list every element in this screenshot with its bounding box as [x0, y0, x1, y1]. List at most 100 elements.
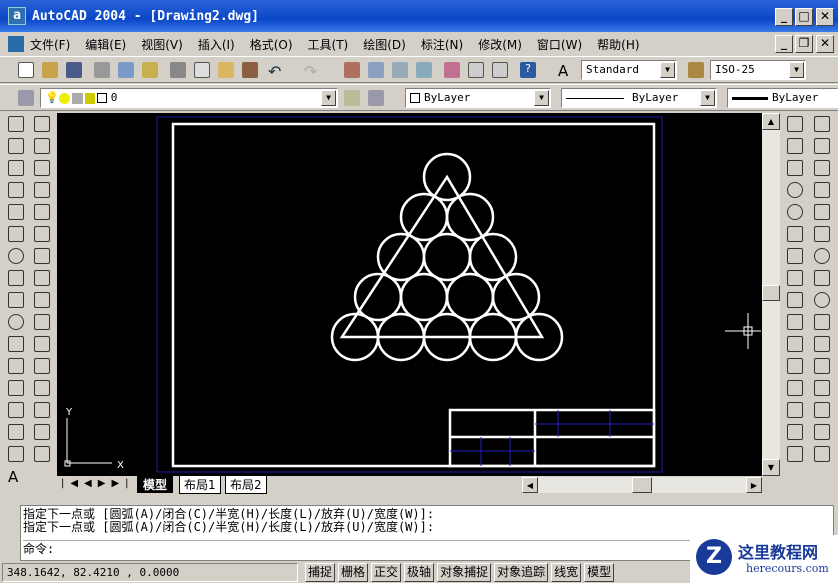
- angular-dim-icon[interactable]: [787, 226, 803, 242]
- scroll-thumb[interactable]: [762, 285, 780, 301]
- radius-dim-icon[interactable]: [787, 182, 803, 198]
- help-icon[interactable]: ?: [520, 62, 536, 78]
- text-style-select[interactable]: Standard ▼: [581, 60, 677, 80]
- snap-toggle[interactable]: 捕捉: [305, 562, 336, 582]
- zoom-previous-icon[interactable]: [416, 62, 432, 78]
- doc-restore-button[interactable]: ❐: [795, 35, 813, 53]
- copy-icon[interactable]: [194, 62, 210, 78]
- chevron-down-icon[interactable]: ▼: [660, 62, 675, 78]
- explode-icon[interactable]: [34, 446, 50, 462]
- linetype-select[interactable]: ByLayer ▼: [561, 88, 717, 108]
- trim-icon[interactable]: [34, 314, 50, 330]
- snap-apparent-icon[interactable]: [814, 204, 830, 220]
- menu-tools[interactable]: 工具(T): [308, 36, 349, 53]
- menu-file[interactable]: 文件(F): [30, 36, 70, 53]
- ortho-toggle[interactable]: 正交: [371, 562, 402, 582]
- menu-modify[interactable]: 修改(M): [478, 36, 522, 53]
- move-icon[interactable]: [34, 226, 50, 242]
- break-icon[interactable]: [34, 358, 50, 374]
- horizontal-scrollbar[interactable]: ◀ ▶: [522, 477, 762, 493]
- quick-dim-icon[interactable]: [787, 248, 803, 264]
- extend-icon[interactable]: [34, 336, 50, 352]
- aligned-dim-icon[interactable]: [787, 138, 803, 154]
- undo-icon[interactable]: ↶: [268, 62, 284, 81]
- center-mark-icon[interactable]: [787, 358, 803, 374]
- stretch-icon[interactable]: [34, 292, 50, 308]
- menu-view[interactable]: 视图(V): [141, 36, 183, 53]
- copy-object-icon[interactable]: [34, 138, 50, 154]
- chevron-down-icon[interactable]: ▼: [534, 90, 549, 106]
- publish-icon[interactable]: [142, 62, 158, 78]
- linear-dim-icon[interactable]: [787, 116, 803, 132]
- menu-insert[interactable]: 插入(I): [198, 36, 235, 53]
- array-icon[interactable]: [34, 204, 50, 220]
- circle-icon[interactable]: [8, 248, 24, 264]
- print-icon[interactable]: [94, 62, 110, 78]
- snap-extension-icon[interactable]: [814, 226, 830, 242]
- scroll-right-button[interactable]: ▶: [746, 477, 762, 493]
- chevron-down-icon[interactable]: ▼: [700, 90, 715, 106]
- new-icon[interactable]: [18, 62, 34, 78]
- ellipse-icon[interactable]: [8, 314, 24, 330]
- snap-quadrant-icon[interactable]: [814, 270, 830, 286]
- dim-style-select[interactable]: ISO-25 ▼: [710, 60, 806, 80]
- hscroll-thumb[interactable]: [632, 477, 652, 493]
- chamfer-icon[interactable]: [34, 402, 50, 418]
- tab-navigation-buttons[interactable]: |◀◀▶▶|: [61, 478, 135, 489]
- snap-center-icon[interactable]: [814, 248, 830, 264]
- snap-nearest-icon[interactable]: [814, 402, 830, 418]
- make-block-icon[interactable]: [8, 380, 24, 396]
- arc-icon[interactable]: [8, 226, 24, 242]
- tab-layout2[interactable]: 布局2: [225, 476, 267, 494]
- design-center-icon[interactable]: [468, 62, 484, 78]
- cut-icon[interactable]: [170, 62, 186, 78]
- snap-tangent-icon[interactable]: [814, 292, 830, 308]
- color-select[interactable]: ByLayer ▼: [405, 88, 551, 108]
- mtext-icon[interactable]: A: [8, 468, 24, 486]
- print-preview-icon[interactable]: [118, 62, 134, 78]
- paste-icon[interactable]: [218, 62, 234, 78]
- ellipse-arc-icon[interactable]: [8, 336, 24, 352]
- osnap-toggle[interactable]: 对象捕捉: [437, 562, 492, 582]
- scroll-down-button[interactable]: ▼: [762, 459, 780, 476]
- construction-line-icon[interactable]: [8, 138, 24, 154]
- zoom-window-icon[interactable]: [392, 62, 408, 78]
- leader-icon[interactable]: [787, 314, 803, 330]
- fillet-icon[interactable]: [34, 424, 50, 440]
- dim-edit-icon[interactable]: [787, 402, 803, 418]
- ordinate-dim-icon[interactable]: [787, 160, 803, 176]
- doc-close-button[interactable]: ✕: [816, 35, 834, 53]
- scroll-left-button[interactable]: ◀: [522, 477, 538, 493]
- make-current-layer-icon[interactable]: [344, 90, 360, 106]
- pan-icon[interactable]: [344, 62, 360, 78]
- break-at-point-icon[interactable]: [34, 380, 50, 396]
- vertical-scrollbar[interactable]: ▲ ▼: [762, 113, 780, 476]
- dim-update-icon[interactable]: [787, 424, 803, 440]
- drawing-area[interactable]: Y X: [57, 113, 762, 476]
- polygon-icon[interactable]: [8, 182, 24, 198]
- osnap-settings-icon[interactable]: [814, 446, 830, 462]
- tab-model[interactable]: 模型: [137, 476, 174, 493]
- region-icon[interactable]: [8, 446, 24, 462]
- snap-endpoint-icon[interactable]: [814, 138, 830, 154]
- insert-block-icon[interactable]: [8, 358, 24, 374]
- snap-node-icon[interactable]: [814, 380, 830, 396]
- dim-style-manager-icon[interactable]: [787, 446, 803, 462]
- open-icon[interactable]: [42, 62, 58, 78]
- layer-previous-icon[interactable]: [368, 90, 384, 106]
- continue-dim-icon[interactable]: [787, 292, 803, 308]
- scroll-up-button[interactable]: ▲: [762, 113, 780, 130]
- snap-from-icon[interactable]: [814, 116, 830, 132]
- tool-palettes-icon[interactable]: [492, 62, 508, 78]
- properties-icon[interactable]: [444, 62, 460, 78]
- menu-edit[interactable]: 编辑(E): [85, 36, 126, 53]
- mirror-icon[interactable]: [34, 160, 50, 176]
- hatch-icon[interactable]: [8, 424, 24, 440]
- minimize-button[interactable]: _: [775, 8, 793, 26]
- layer-manager-icon[interactable]: [18, 90, 34, 106]
- layer-select[interactable]: 💡 0 ▼: [40, 88, 338, 108]
- otrack-toggle[interactable]: 对象追踪: [494, 562, 549, 582]
- rotate-icon[interactable]: [34, 248, 50, 264]
- dimension-text-icon[interactable]: [787, 380, 803, 396]
- menu-draw[interactable]: 绘图(D): [363, 36, 406, 53]
